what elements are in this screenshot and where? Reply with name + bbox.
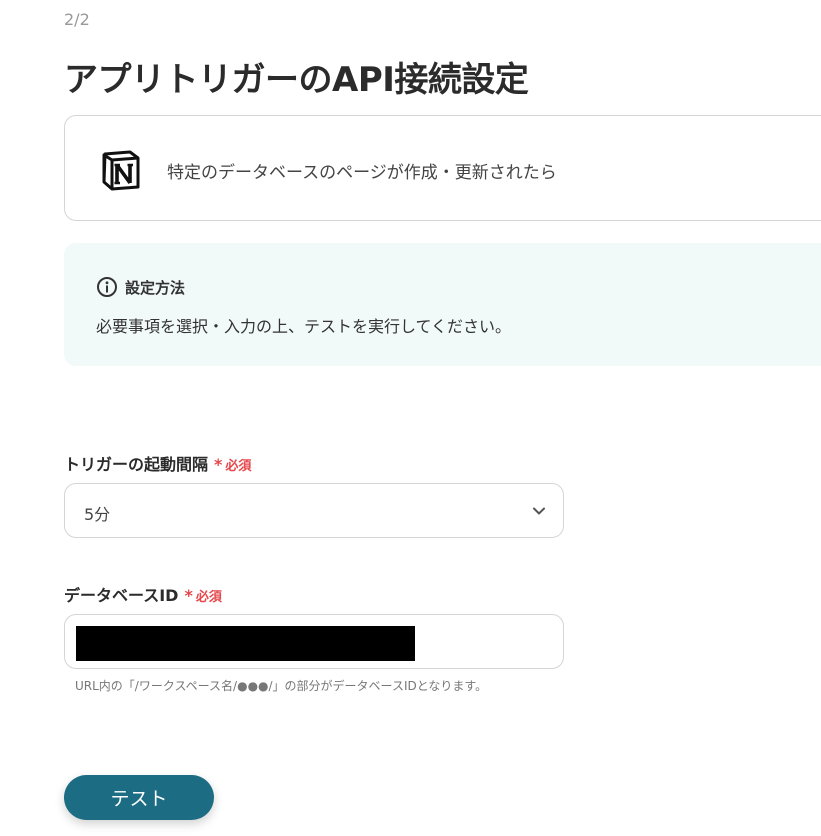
required-badge: * 必須: [184, 586, 222, 605]
required-mark: *: [184, 586, 193, 605]
step-indicator: 2/2: [64, 10, 90, 29]
app-trigger-card: 特定のデータベースのページが作成・更新されたら: [64, 115, 821, 221]
database-id-input[interactable]: [64, 614, 564, 669]
database-id-label: データベースID * 必須: [64, 582, 222, 606]
info-text: 必要事項を選択・入力の上、テストを実行してください。: [96, 317, 512, 336]
database-id-label-text: データベースID: [64, 586, 179, 605]
required-text: 必須: [225, 459, 252, 474]
interval-label: トリガーの起動間隔 * 必須: [64, 451, 251, 475]
required-mark: *: [214, 455, 223, 474]
redacted-value: [76, 626, 415, 661]
info-title: 設定方法: [125, 279, 186, 297]
test-button[interactable]: テスト: [64, 775, 214, 820]
info-icon: [97, 277, 117, 297]
interval-label-text: トリガーの起動間隔: [64, 455, 209, 474]
notion-icon: [102, 150, 140, 191]
trigger-label: 特定のデータベースのページが作成・更新されたら: [167, 163, 557, 183]
required-text: 必須: [195, 590, 222, 605]
chevron-down-icon: [533, 507, 545, 515]
trigger-settings-page: 2/2 アプリトリガーのAPI接続設定 特定のデータベースのページが作成・更新さ…: [0, 0, 821, 836]
page-title: アプリトリガーのAPI接続設定: [64, 60, 529, 100]
required-badge: * 必須: [214, 455, 252, 474]
info-box: 設定方法 必要事項を選択・入力の上、テストを実行してください。: [64, 243, 821, 366]
interval-select-value: 5分: [84, 505, 111, 524]
database-id-hint: URL内の「/ワークスペース名/●●●/」の部分がデータベースIDとなります。: [75, 679, 488, 693]
interval-select[interactable]: 5分: [64, 483, 564, 538]
